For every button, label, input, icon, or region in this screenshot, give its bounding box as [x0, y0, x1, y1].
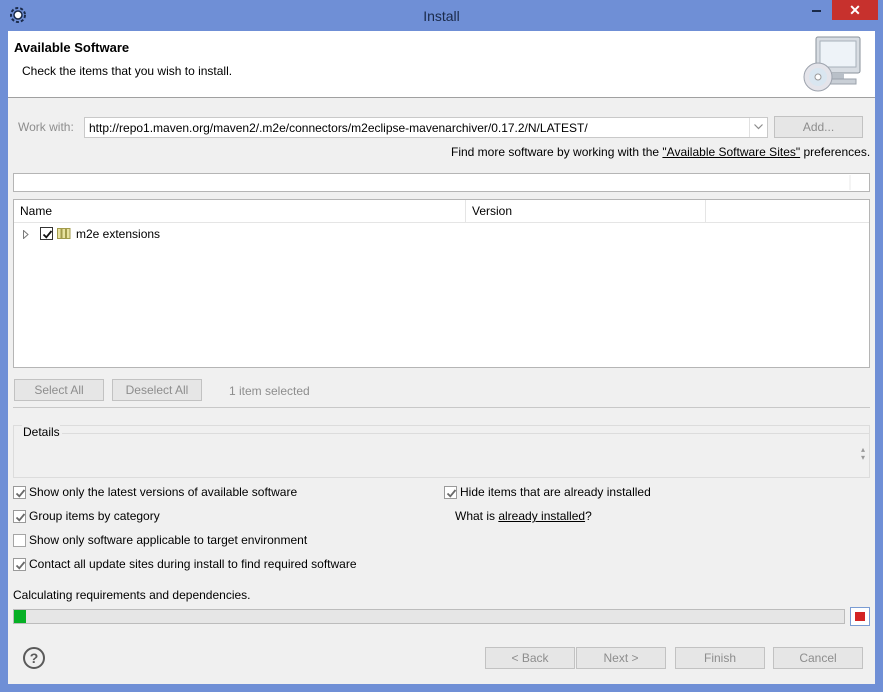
- deselect-all-button[interactable]: Deselect All: [112, 379, 202, 401]
- find-more-suffix: preferences.: [800, 145, 871, 159]
- status-text: Calculating requirements and dependencie…: [13, 588, 251, 602]
- group-by-category-checkbox[interactable]: [13, 510, 26, 523]
- target-env-label: Show only software applicable to target …: [29, 533, 308, 547]
- hide-installed-label: Hide items that are already installed: [460, 485, 651, 499]
- help-icon[interactable]: ?: [23, 647, 45, 669]
- find-more-text: Find more software by working with the "…: [451, 145, 870, 159]
- find-more-prefix: Find more software by working with the: [451, 145, 663, 159]
- monitor-cd-icon: [803, 36, 861, 92]
- progress-fill: [14, 610, 27, 623]
- progress-bar: [13, 609, 845, 624]
- column-extra[interactable]: [706, 200, 869, 223]
- table-row[interactable]: m2e extensions: [14, 224, 869, 244]
- filter-input[interactable]: [13, 173, 870, 192]
- details-rule: [62, 433, 869, 434]
- dialog-body: Available Software Check the items that …: [8, 31, 875, 684]
- divider: [13, 407, 870, 408]
- page-subtitle: Check the items that you wish to install…: [22, 64, 233, 78]
- group-by-category-label: Group items by category: [29, 509, 160, 523]
- title-bar[interactable]: Install ✕: [0, 0, 883, 31]
- cancel-button[interactable]: Cancel: [773, 647, 863, 669]
- details-group: Details ▴ ▾: [13, 425, 870, 478]
- available-software-sites-link[interactable]: "Available Software Sites": [662, 145, 800, 159]
- hide-installed-checkbox[interactable]: [444, 486, 457, 499]
- details-scrollbar[interactable]: ▴ ▾: [861, 446, 865, 462]
- already-installed-link[interactable]: already installed: [498, 509, 585, 523]
- row-label: m2e extensions: [76, 227, 161, 241]
- software-tree[interactable]: Name Version m2e extensions: [13, 199, 870, 368]
- next-button[interactable]: Next >: [576, 647, 666, 669]
- what-is-prefix: What is: [455, 509, 499, 523]
- work-with-label: Work with:: [18, 120, 74, 134]
- minimize-button[interactable]: [802, 0, 830, 20]
- contact-sites-checkbox[interactable]: [13, 558, 26, 571]
- finish-button[interactable]: Finish: [675, 647, 765, 669]
- tree-header: Name Version: [14, 200, 869, 223]
- expand-arrow-icon[interactable]: [23, 230, 29, 239]
- close-button[interactable]: ✕: [832, 0, 878, 20]
- dialog-header: Available Software Check the items that …: [8, 31, 875, 98]
- latest-versions-checkbox[interactable]: [13, 486, 26, 499]
- latest-versions-label: Show only the latest versions of availab…: [29, 485, 298, 499]
- install-dialog: Install ✕ Available Software Check the i…: [0, 0, 883, 692]
- close-icon: ✕: [849, 2, 861, 18]
- details-label: Details: [22, 425, 60, 439]
- stop-button[interactable]: [850, 607, 870, 626]
- chevron-down-icon[interactable]: [749, 118, 767, 137]
- what-is-installed-text: What is already installed?: [455, 509, 592, 523]
- add-site-button[interactable]: Add...: [774, 116, 863, 138]
- target-env-checkbox[interactable]: [13, 534, 26, 547]
- page-title: Available Software: [14, 40, 130, 55]
- column-version[interactable]: Version: [466, 200, 706, 223]
- selection-count: 1 item selected: [229, 384, 310, 398]
- back-button[interactable]: < Back: [485, 647, 575, 669]
- column-name[interactable]: Name: [14, 200, 466, 223]
- category-icon: [57, 228, 71, 239]
- work-with-combo[interactable]: http://repo1.maven.org/maven2/.m2e/conne…: [84, 117, 768, 138]
- select-all-button[interactable]: Select All: [14, 379, 104, 401]
- contact-sites-label: Contact all update sites during install …: [29, 557, 357, 571]
- work-with-value: http://repo1.maven.org/maven2/.m2e/conne…: [89, 121, 588, 135]
- what-is-suffix: ?: [585, 509, 592, 523]
- row-checkbox[interactable]: [40, 227, 53, 240]
- window-title: Install: [423, 8, 460, 24]
